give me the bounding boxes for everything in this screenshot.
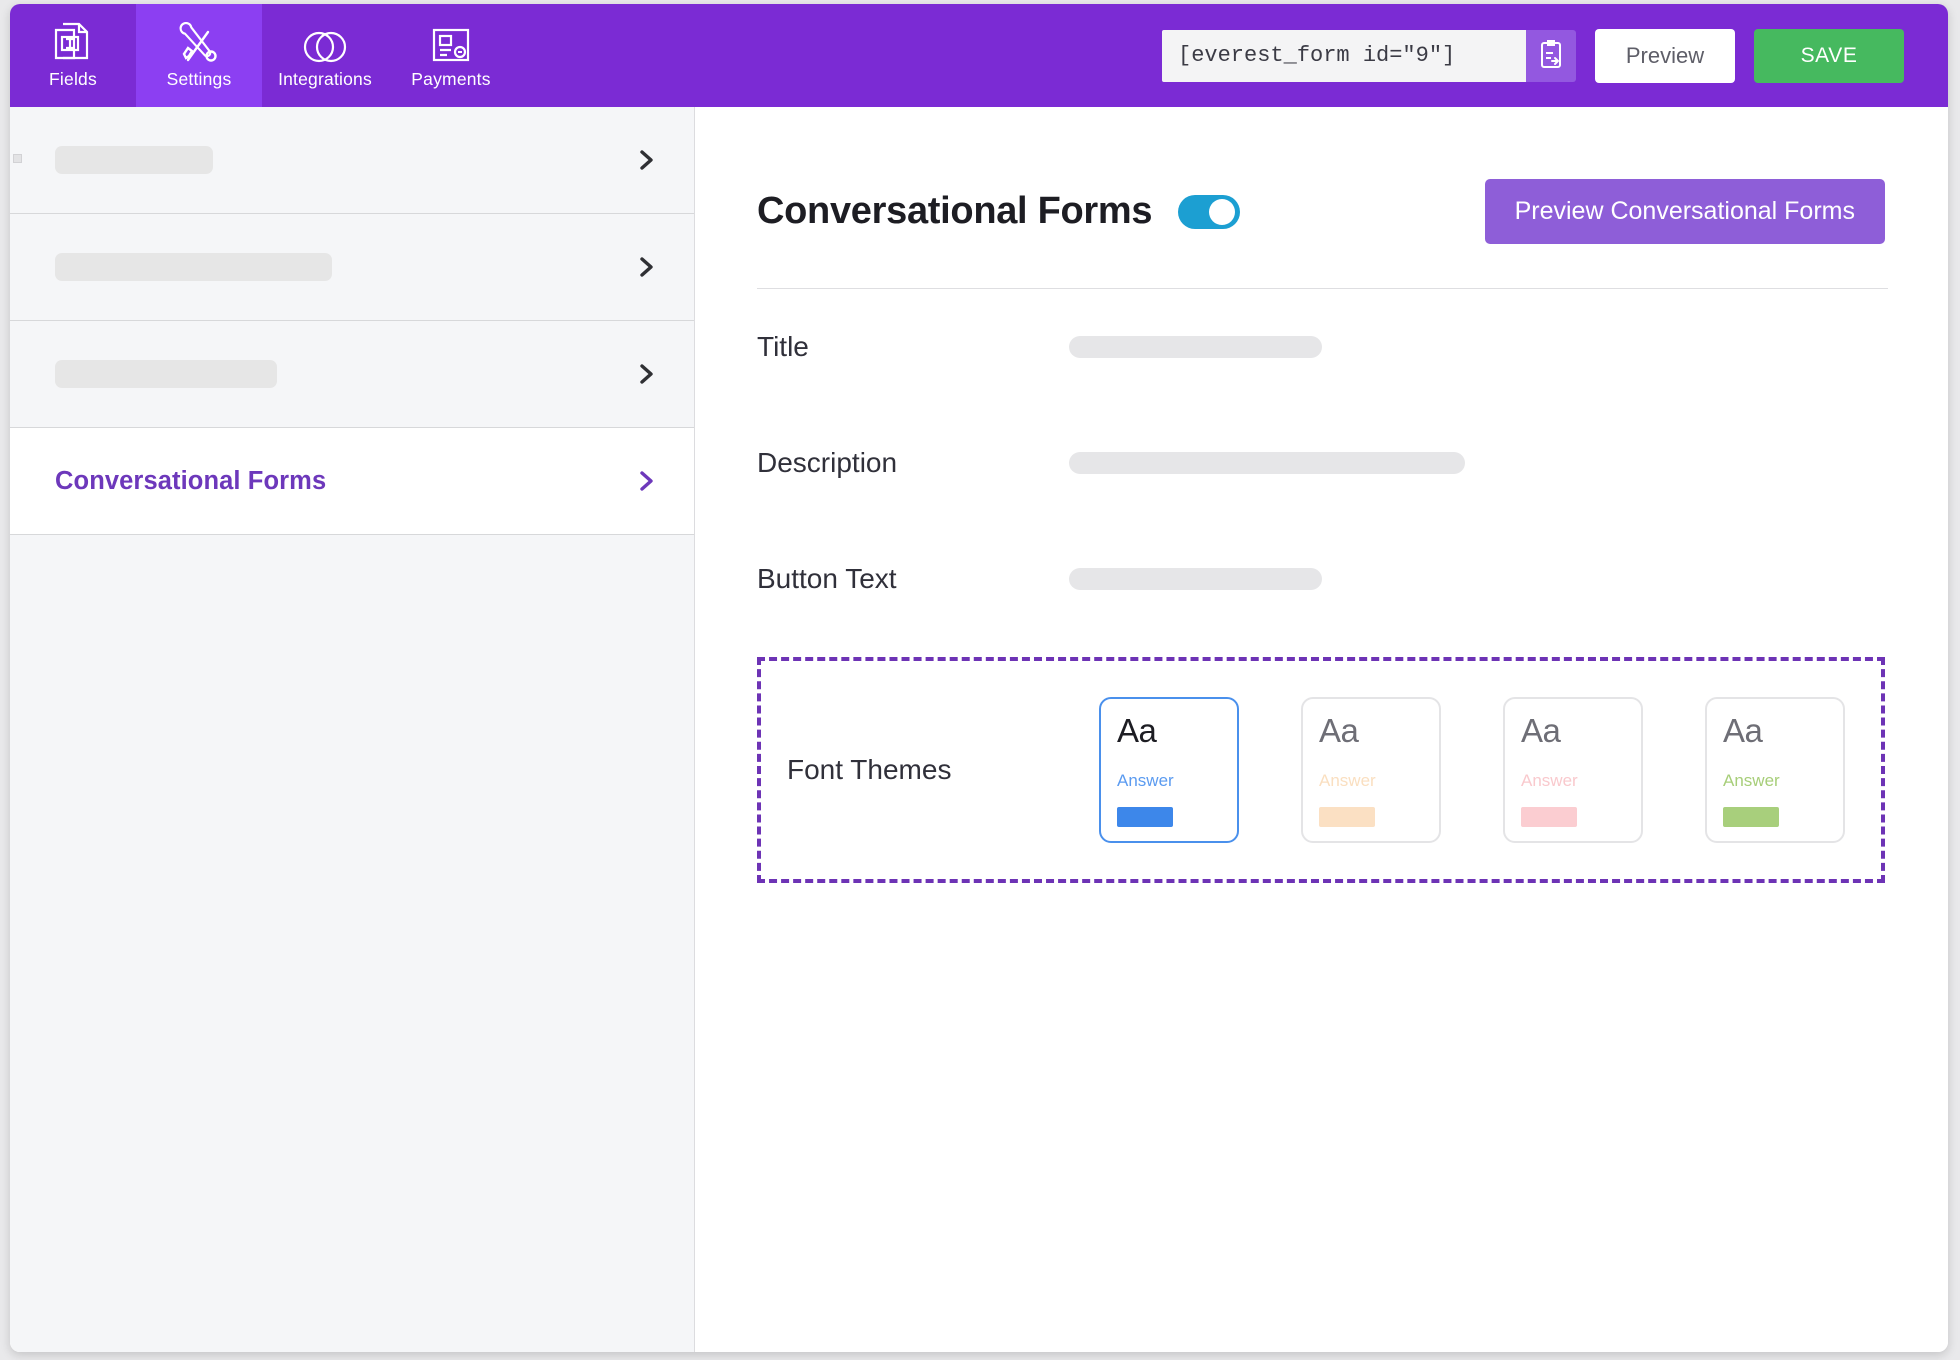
sidebar-item-1-label-redacted [55, 146, 213, 174]
font-theme-card-3-answer: Answer [1521, 771, 1578, 790]
app-window: Fields Settings Integrations Payments [e… [10, 4, 1948, 1352]
main-tabs: Fields Settings Integrations Payments [10, 4, 514, 107]
button-text-label: Button Text [757, 563, 897, 594]
font-theme-card-3[interactable]: Aa Answer [1503, 697, 1643, 843]
copy-shortcode-button[interactable] [1526, 29, 1576, 82]
tools-icon [178, 22, 220, 64]
tab-settings-label: Settings [166, 69, 232, 90]
font-theme-card-3-color-bar [1521, 807, 1577, 827]
shortcode-group [1162, 29, 1576, 82]
sidebar-item-conversational-forms-label: Conversational Forms [55, 466, 327, 495]
chevron-right-icon [636, 147, 658, 173]
button-text-input-redacted[interactable] [1069, 568, 1322, 590]
sidebar-item-3-label-redacted [55, 360, 277, 388]
form-row-title: Title [757, 289, 1888, 405]
shortcode-input[interactable] [1162, 29, 1526, 82]
form-row-description: Description [757, 405, 1888, 521]
font-theme-card-1[interactable]: Aa Answer [1099, 697, 1239, 843]
font-theme-card-4-answer: Answer [1723, 771, 1780, 790]
form-row-button-text: Button Text [757, 521, 1888, 637]
font-theme-card-2[interactable]: Aa Answer [1301, 697, 1441, 843]
sidebar-empty-area [10, 535, 694, 1352]
conversational-forms-panel: Conversational Forms Preview Conversatio… [695, 107, 1948, 1352]
description-input-redacted[interactable] [1069, 452, 1465, 474]
font-theme-card-4-sample: Aa [1723, 712, 1763, 749]
page-title: Conversational Forms [757, 190, 1153, 232]
tab-integrations[interactable]: Integrations [262, 4, 388, 107]
sidebar-item-2[interactable] [10, 214, 694, 321]
panel-header: Conversational Forms Preview Conversatio… [757, 179, 1888, 244]
title-label: Title [757, 331, 809, 362]
preview-button[interactable]: Preview [1595, 28, 1735, 83]
font-theme-options: Aa Answer Aa Answer Aa Answer Aa Answer [1099, 697, 1845, 843]
preview-conversational-forms-button[interactable]: Preview Conversational Forms [1484, 179, 1885, 244]
sidebar-edge-marker [13, 154, 22, 163]
save-button[interactable]: SAVE [1754, 28, 1904, 83]
description-label: Description [757, 447, 898, 478]
form-fields-icon [53, 22, 93, 64]
toolbar-actions: Preview SAVE [1162, 4, 1948, 107]
payment-card-icon [431, 22, 471, 64]
title-input-redacted[interactable] [1069, 336, 1322, 358]
clipboard-copy-icon [1538, 39, 1564, 72]
tab-fields-label: Fields [49, 69, 97, 90]
sidebar-item-conversational-forms[interactable]: Conversational Forms [10, 428, 694, 535]
workspace: Conversational Forms Conversational Form… [10, 107, 1948, 1352]
sidebar-item-1[interactable] [10, 107, 694, 214]
font-theme-card-1-answer: Answer [1117, 771, 1174, 790]
settings-sidebar: Conversational Forms [10, 107, 695, 1352]
sidebar-item-3[interactable] [10, 321, 694, 428]
font-theme-card-4[interactable]: Aa Answer [1705, 697, 1845, 843]
conversational-forms-toggle[interactable] [1178, 194, 1241, 229]
chevron-right-icon [636, 361, 658, 387]
venn-circles-icon [302, 22, 348, 64]
font-theme-card-2-color-bar [1319, 807, 1375, 827]
font-theme-card-3-sample: Aa [1521, 712, 1561, 749]
font-theme-card-2-answer: Answer [1319, 771, 1376, 790]
tab-payments-label: Payments [411, 69, 491, 90]
font-theme-card-2-sample: Aa [1319, 712, 1359, 749]
font-theme-card-4-color-bar [1723, 807, 1779, 827]
font-theme-card-1-color-bar [1117, 807, 1173, 827]
tab-integrations-label: Integrations [278, 69, 372, 90]
tab-settings[interactable]: Settings [136, 4, 262, 107]
toggle-knob [1209, 198, 1236, 225]
chevron-right-icon [636, 468, 658, 494]
chevron-right-icon [636, 254, 658, 280]
font-themes-label: Font Themes [787, 754, 952, 785]
sidebar-item-2-label-redacted [55, 253, 332, 281]
tab-fields[interactable]: Fields [10, 4, 136, 107]
tab-payments[interactable]: Payments [388, 4, 514, 107]
font-themes-highlight-box: Font Themes Aa Answer Aa Answer Aa Answe… [757, 657, 1885, 883]
font-theme-card-1-sample: Aa [1117, 712, 1157, 749]
top-toolbar: Fields Settings Integrations Payments [e… [10, 4, 1948, 107]
